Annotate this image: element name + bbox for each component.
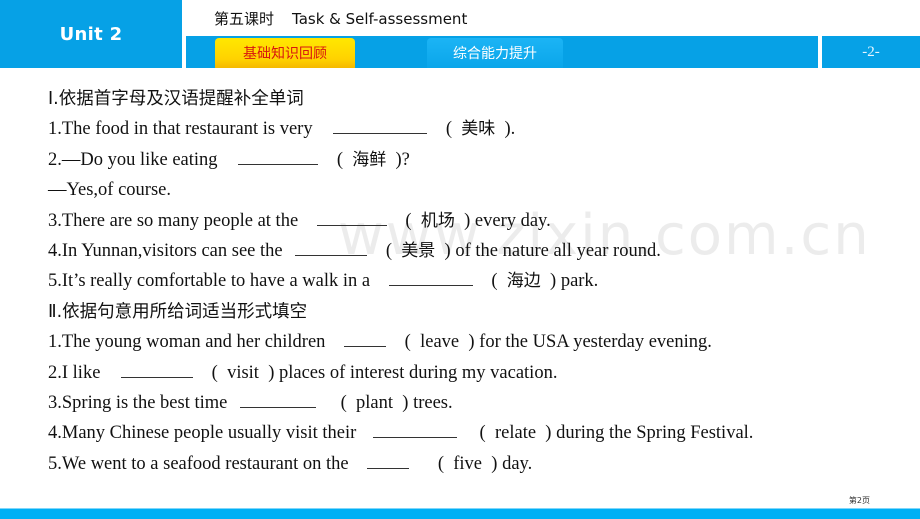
item-text-after: places of interest during my vacation.: [279, 362, 558, 383]
item-text: 5.It’s really comfortable to have a walk…: [48, 271, 371, 292]
item-text-after: trees.: [413, 392, 453, 413]
item-hint: ( plant ): [340, 392, 409, 413]
item-text: 1.The young woman and her children: [48, 332, 326, 353]
lesson-title-cn: 第五课时: [214, 10, 275, 28]
answer-blank[interactable]: [367, 451, 410, 469]
tab-ability-improvement[interactable]: 综合能力提升: [427, 38, 563, 68]
page-indicator-block: -2-: [822, 36, 920, 68]
lesson-title-en: Task & Self-assessment: [292, 10, 468, 28]
exercise-item: 2.I like ( visit ) places of interest du…: [48, 358, 908, 388]
item-text-after: for the USA yesterday evening.: [479, 332, 712, 353]
answer-blank[interactable]: [344, 329, 387, 348]
section1-heading: Ⅰ.依据首字母及汉语提醒补全单词: [48, 89, 304, 109]
item-text: 5.We went to a seafood restaurant on the: [48, 453, 349, 474]
exercise-item: 5.We went to a seafood restaurant on the…: [48, 449, 908, 479]
item-text-after: during the Spring Festival.: [556, 423, 754, 444]
item-hint: ( visit ): [211, 362, 275, 383]
answer-blank[interactable]: [295, 238, 368, 256]
item-text: 1.The food in that restaurant is very: [48, 119, 313, 140]
item-text: 2.I like: [48, 362, 101, 383]
exercise-item: 1.The food in that restaurant is very ( …: [48, 114, 908, 144]
section2-heading: Ⅱ.依据句意用所给词适当形式填空: [48, 301, 308, 322]
item-hint: ( 美景 ): [385, 240, 451, 261]
exercise-item: 2.—Do you like eating ( 海鲜 )?: [48, 145, 908, 175]
exercise-item: 3.There are so many people at the ( 机场 )…: [48, 206, 908, 236]
exercise-item: 3.Spring is the best time ( plant ) tree…: [48, 388, 908, 418]
item-text-after: of the nature all year round.: [455, 240, 661, 261]
answer-blank[interactable]: [316, 208, 387, 226]
answer-blank[interactable]: [121, 360, 194, 378]
tab-basic-review[interactable]: 基础知识回顾: [215, 38, 355, 68]
item-text-after: .: [510, 119, 516, 140]
answer-blank[interactable]: [333, 116, 428, 135]
tab-bar: 基础知识回顾 综合能力提升: [186, 36, 818, 68]
item-hint: ( five ): [437, 453, 498, 474]
item-text: 4.In Yunnan,visitors can see the: [48, 240, 283, 261]
answer-blank[interactable]: [388, 268, 473, 287]
exercise-content: Ⅰ.依据首字母及汉语提醒补全单词 1.The food in that rest…: [48, 84, 908, 479]
unit-label: Unit 2: [59, 23, 123, 45]
exercise-item: 4.Many Chinese people usually visit thei…: [48, 418, 908, 448]
item-hint: ( relate ): [479, 423, 552, 444]
exercise-item: —Yes,of course.: [48, 180, 171, 201]
item-hint: ( 海鲜 ): [336, 149, 402, 170]
item-text: 2.—Do you like eating: [48, 149, 218, 170]
answer-blank[interactable]: [238, 147, 319, 165]
item-text: 4.Many Chinese people usually visit thei…: [48, 423, 357, 444]
item-hint: ( 海边 ): [491, 271, 557, 292]
unit-banner: Unit 2: [0, 0, 182, 68]
answer-blank[interactable]: [239, 390, 316, 408]
answer-blank[interactable]: [372, 420, 457, 439]
item-hint: ( leave ): [404, 332, 475, 353]
lesson-title: 第五课时 Task & Self-assessment: [214, 8, 467, 29]
item-text: 3.Spring is the best time: [48, 392, 228, 413]
page-indicator: -2-: [862, 43, 880, 60]
item-hint: ( 美味 ): [445, 119, 511, 140]
exercise-item: 1.The young woman and her children ( lea…: [48, 327, 908, 357]
bottom-bar: [0, 508, 920, 519]
footer-page-label: 第2页: [848, 496, 870, 505]
item-text-after: ?: [401, 149, 410, 170]
exercise-item: 5.It’s really comfortable to have a walk…: [48, 266, 908, 296]
exercise-item: 4.In Yunnan,visitors can see the ( 美景 ) …: [48, 236, 908, 266]
item-text: 3.There are so many people at the: [48, 210, 299, 231]
item-hint: ( 机场 ): [405, 210, 471, 231]
item-text-after: day.: [502, 453, 533, 474]
item-text-after: every day.: [474, 210, 551, 231]
item-text-after: park.: [560, 271, 599, 292]
